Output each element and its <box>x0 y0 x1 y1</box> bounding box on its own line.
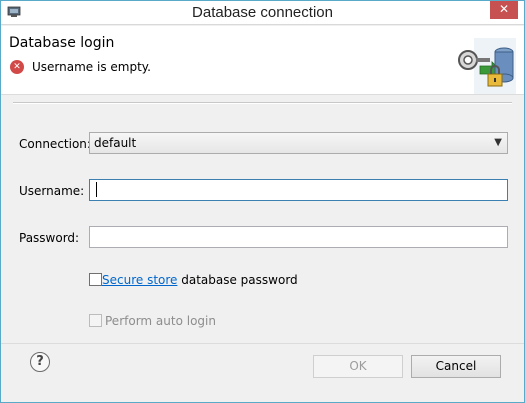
secure-store-checkbox[interactable] <box>89 273 102 286</box>
title-bar[interactable]: Database connection ✕ <box>1 1 524 25</box>
footer-separator <box>1 343 524 344</box>
help-button[interactable]: ? <box>30 352 50 372</box>
secure-store-row: Secure store database password <box>102 273 298 287</box>
ok-button: OK <box>313 355 403 378</box>
connection-label: Connection: <box>19 137 91 151</box>
chevron-down-icon: ▼ <box>494 137 502 148</box>
connection-value: default <box>94 136 137 150</box>
password-input[interactable] <box>89 226 508 248</box>
header-title: Database login <box>9 35 115 51</box>
database-key-icon <box>458 38 516 94</box>
secure-store-suffix: database password <box>177 273 298 287</box>
error-icon: ✕ <box>10 60 24 74</box>
auto-login-label: Perform auto login <box>105 314 216 328</box>
cancel-button[interactable]: Cancel <box>411 355 501 378</box>
error-message: Username is empty. <box>32 60 151 74</box>
auto-login-checkbox <box>89 314 102 327</box>
connection-select[interactable]: default ▼ <box>89 132 508 154</box>
username-label: Username: <box>19 184 85 198</box>
password-label: Password: <box>19 231 80 245</box>
dialog-header: Database login ✕ Username is empty. <box>1 26 524 95</box>
database-connection-dialog: Database connection ✕ Database login ✕ U… <box>0 0 525 403</box>
text-caret <box>96 182 97 197</box>
window-title: Database connection <box>192 4 333 21</box>
header-separator <box>13 102 512 104</box>
close-button[interactable]: ✕ <box>490 1 518 19</box>
secure-store-link[interactable]: Secure store <box>102 273 177 287</box>
username-input[interactable] <box>89 179 508 201</box>
